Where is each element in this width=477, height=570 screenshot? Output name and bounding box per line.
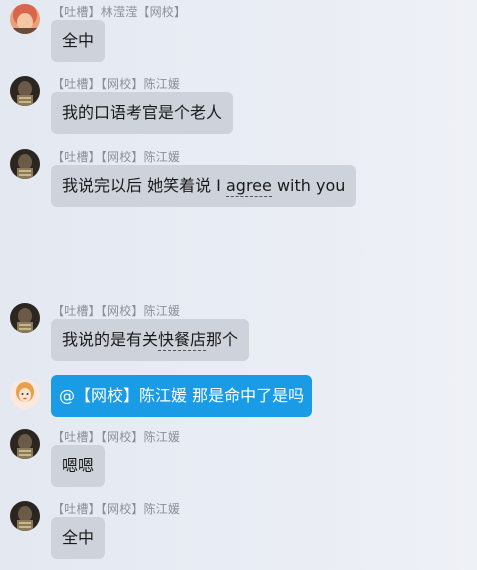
avatar-dark[interactable] bbox=[10, 149, 40, 179]
message-bubble[interactable]: 我说的是有关快餐店那个 bbox=[51, 319, 250, 361]
spellcheck-word[interactable]: agree bbox=[225, 176, 272, 197]
message-bubble[interactable]: 我说完以后 她笑着说 I agree with you bbox=[51, 165, 357, 207]
avatar-dark[interactable] bbox=[10, 76, 40, 106]
sender-name: 【吐槽】【网校】陈江媛 bbox=[52, 502, 181, 516]
message-text: 那个 bbox=[206, 330, 239, 349]
avatar-cartoon-self[interactable] bbox=[10, 379, 40, 409]
chat-message-list[interactable]: 【吐槽】林滢滢【网校】 全中 【吐槽】【网校】陈江媛 我的口语考官是个老人 【吐… bbox=[0, 0, 477, 570]
message-bubble[interactable]: 我的口语考官是个老人 bbox=[51, 92, 234, 134]
message-bubble[interactable]: 全中 bbox=[51, 20, 106, 62]
message-text: 我说完以后 她笑着说 I bbox=[62, 176, 226, 195]
sender-name: 【吐槽】林滢滢【网校】 bbox=[52, 5, 187, 19]
sender-name: 【吐槽】【网校】陈江媛 bbox=[52, 304, 181, 318]
sender-name: 【吐槽】【网校】陈江媛 bbox=[52, 77, 181, 91]
spellcheck-word[interactable]: 快餐店 bbox=[158, 330, 207, 351]
message-text: 我说的是有关 bbox=[62, 330, 159, 349]
sender-name: 【吐槽】【网校】陈江媛 bbox=[52, 430, 181, 444]
message-text: with you bbox=[271, 176, 346, 195]
avatar-dark[interactable] bbox=[10, 501, 40, 531]
message-bubble-own[interactable]: @【网校】陈江媛 那是命中了是吗 bbox=[51, 375, 313, 417]
sender-name: 【吐槽】【网校】陈江媛 bbox=[52, 150, 181, 164]
message-bubble[interactable]: 嗯嗯 bbox=[51, 445, 106, 487]
avatar-orange-haired[interactable] bbox=[10, 4, 40, 34]
message-bubble[interactable]: 全中 bbox=[51, 517, 106, 559]
avatar-dark[interactable] bbox=[10, 429, 40, 459]
avatar-dark[interactable] bbox=[10, 303, 40, 333]
